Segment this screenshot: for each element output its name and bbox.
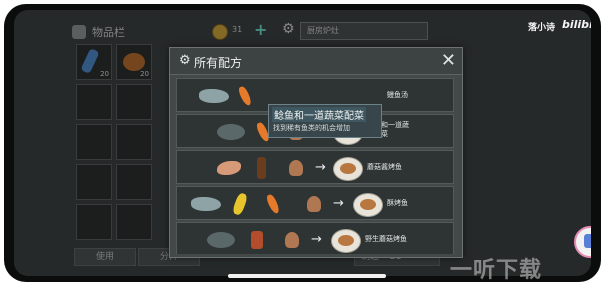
recipes-modal: ⚙ 所有配方 ✕ 鳗鱼汤 → 鲶鱼和一道蔬菜配菜 xyxy=(169,47,463,258)
game-screen: 物品栏 31 + ⚙ 厨房炉灶 20 20 使用 分开 xyxy=(14,10,591,276)
dish-icon xyxy=(353,193,383,217)
recipe-name: 酥烤鱼 xyxy=(387,199,408,207)
fish-icon xyxy=(191,197,221,211)
recipe-tooltip: 鲶鱼和一道蔬菜配菜 找到稀有鱼类的机会增加 xyxy=(268,104,382,138)
close-icon[interactable]: ✕ xyxy=(441,50,456,71)
recipe-row[interactable]: → 酥烤鱼 xyxy=(176,186,454,220)
device-frame: 物品栏 31 + ⚙ 厨房炉灶 20 20 使用 分开 xyxy=(4,4,601,282)
mushroom-icon xyxy=(307,196,321,212)
eel-icon xyxy=(207,232,235,248)
jar-icon xyxy=(251,231,263,249)
dish-icon xyxy=(331,229,361,253)
recipe-name: 蘑菇酱烤鱼 xyxy=(367,163,402,171)
arrow-icon: → xyxy=(311,232,322,247)
watermark-author: 落小诗 xyxy=(528,23,556,33)
arrow-icon: → xyxy=(315,160,326,175)
modal-title: 所有配方 xyxy=(194,56,243,70)
recipe-list[interactable]: 鳗鱼汤 → 鲶鱼和一道蔬菜配菜 → 蘑菇酱烤鱼 xyxy=(176,78,454,254)
carrot-icon xyxy=(237,85,253,107)
watermark-brand: 一听下载 xyxy=(450,258,543,283)
recipe-row[interactable]: → 蘑菇酱烤鱼 xyxy=(176,150,454,184)
recipe-row[interactable]: → 野生蘑菇烤鱼 xyxy=(176,222,454,254)
recipe-name: 鳗鱼汤 xyxy=(387,91,408,99)
tooltip-title: 鲶鱼和一道蔬菜配菜 xyxy=(272,107,366,122)
assistant-icon xyxy=(584,234,591,248)
recipe-name: 野生蘑菇烤鱼 xyxy=(365,235,407,243)
watermark-site: bilibili xyxy=(562,18,591,31)
eel-icon xyxy=(217,124,245,140)
bottle-icon xyxy=(257,157,266,179)
corn-icon xyxy=(231,191,249,217)
home-indicator[interactable] xyxy=(228,274,386,278)
mushroom-icon xyxy=(289,160,303,176)
dish-icon xyxy=(333,157,363,181)
carrot-icon xyxy=(265,193,281,215)
gear-icon: ⚙ xyxy=(179,53,191,68)
tooltip-desc: 找到稀有鱼类的机会增加 xyxy=(273,124,350,132)
modal-header: ⚙ 所有配方 ✕ xyxy=(170,48,462,75)
arrow-icon: → xyxy=(333,196,344,211)
mushroom-icon xyxy=(285,232,299,248)
shrimp-icon xyxy=(217,161,241,175)
fish-icon xyxy=(199,89,229,103)
